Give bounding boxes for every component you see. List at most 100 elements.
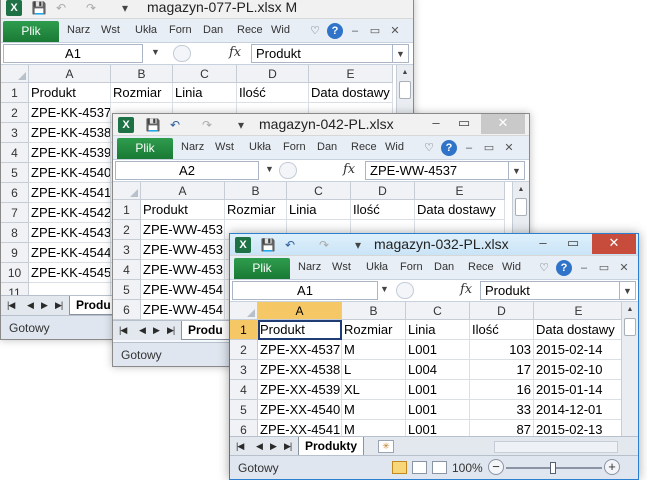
column-header[interactable]: C — [287, 182, 351, 200]
cell-a2[interactable]: ZPE-XX-4537 — [258, 340, 342, 360]
cell-e1[interactable]: Data dostawy — [415, 200, 505, 220]
cell-a6[interactable]: ZPE-KK-4541 — [29, 183, 111, 203]
cell-b1[interactable]: Rozmiar — [225, 200, 287, 220]
doc-close-icon[interactable]: ✕ — [616, 260, 632, 276]
cell-a6[interactable]: ZPE-XX-4541 — [258, 420, 342, 436]
tab-recenzja[interactable]: Rece — [468, 261, 494, 273]
doc-restore-icon[interactable]: ▭ — [481, 140, 497, 156]
row-header[interactable]: 3 — [230, 360, 258, 380]
last-sheet-icon[interactable]: ▶| — [55, 300, 63, 311]
column-header[interactable]: E — [309, 65, 393, 83]
first-sheet-icon[interactable]: |◀ — [7, 300, 15, 311]
cell-c6[interactable]: L001 — [406, 420, 470, 436]
row-header[interactable]: 5 — [1, 163, 29, 183]
last-sheet-icon[interactable]: ▶| — [284, 441, 292, 452]
cell-b4[interactable]: XL — [342, 380, 406, 400]
cell-d1[interactable]: Ilość — [351, 200, 415, 220]
cell-e1[interactable]: Data dostawy — [534, 320, 624, 340]
column-header[interactable]: E — [415, 182, 505, 200]
zoom-out-icon[interactable]: − — [488, 459, 504, 475]
tab-recenzja[interactable]: Rece — [237, 24, 263, 36]
cell-a1[interactable]: Produkt — [141, 200, 225, 220]
page-layout-view-icon[interactable] — [412, 461, 427, 474]
qat-customize-icon[interactable]: ▾ — [117, 0, 133, 16]
prev-sheet-icon[interactable]: ◀ — [139, 325, 146, 336]
formula-bar-grip[interactable] — [396, 282, 414, 299]
worksheet-grid[interactable]: A B C D E 1 Produkt Rozmiar Linia Ilość Data dosta… — [230, 302, 638, 436]
last-sheet-icon[interactable]: ▶| — [167, 325, 175, 336]
column-header[interactable]: A — [141, 182, 225, 200]
help-icon[interactable]: ? — [327, 23, 343, 39]
row-header[interactable]: 1 — [113, 200, 141, 220]
page-break-view-icon[interactable] — [432, 461, 447, 474]
cell-a3[interactable]: ZPE-WW-453 — [141, 240, 225, 260]
doc-minimize-icon[interactable]: – — [576, 260, 592, 276]
ribbon-minimize-icon[interactable]: ♡ — [307, 23, 323, 39]
cell-a10[interactable]: ZPE-KK-4545 — [29, 263, 111, 283]
doc-restore-icon[interactable]: ▭ — [367, 23, 383, 39]
row-header[interactable]: 8 — [1, 223, 29, 243]
scroll-thumb[interactable] — [624, 318, 636, 336]
name-box-dropdown-icon[interactable]: ▼ — [151, 47, 160, 57]
normal-view-icon[interactable] — [392, 461, 407, 474]
formula-bar-grip[interactable] — [279, 162, 297, 179]
tab-formuly[interactable]: Forn — [400, 261, 426, 273]
scroll-thumb[interactable] — [399, 81, 411, 99]
cell-d5[interactable]: 33 — [470, 400, 534, 420]
help-icon[interactable]: ? — [441, 140, 457, 156]
column-header[interactable]: D — [351, 182, 415, 200]
vertical-scrollbar[interactable]: ▲ — [621, 302, 638, 436]
formula-input[interactable]: ZPE-WW-4537 — [365, 161, 509, 180]
formula-bar-grip[interactable] — [173, 45, 191, 62]
insert-function-icon[interactable]: fx — [460, 282, 472, 297]
cell-c1[interactable]: Linia — [173, 83, 237, 103]
tab-uklad-strony[interactable]: Ukła — [366, 261, 392, 273]
cell-c4[interactable]: L001 — [406, 380, 470, 400]
cell-c1[interactable]: Linia — [406, 320, 470, 340]
name-box-dropdown-icon[interactable]: ▼ — [380, 284, 389, 294]
scroll-up-icon[interactable]: ▲ — [397, 67, 413, 79]
row-header[interactable]: 2 — [1, 103, 29, 123]
formula-expand-icon[interactable]: ▼ — [620, 281, 636, 300]
close-button[interactable]: ✕ — [592, 234, 636, 254]
insert-sheet-icon[interactable]: ✳ — [378, 440, 394, 453]
cell-a4[interactable]: ZPE-KK-4539 — [29, 143, 111, 163]
cell-b5[interactable]: M — [342, 400, 406, 420]
tab-dane[interactable]: Dan — [317, 141, 341, 153]
cell-d6[interactable]: 87 — [470, 420, 534, 436]
name-box[interactable]: A2 — [115, 161, 259, 180]
cell-a8[interactable]: ZPE-KK-4543 — [29, 223, 111, 243]
row-header[interactable]: 3 — [113, 240, 141, 260]
cell-d2[interactable]: 103 — [470, 340, 534, 360]
sheet-tab-produkty[interactable]: Produ — [69, 296, 118, 315]
tab-wstawianie[interactable]: Wst — [332, 261, 356, 273]
zoom-slider-thumb[interactable] — [550, 462, 556, 474]
undo-icon[interactable]: ↶ — [282, 237, 298, 253]
cell-b3[interactable]: L — [342, 360, 406, 380]
tab-wstawianie[interactable]: Wst — [101, 24, 125, 36]
sheet-tab-produkty[interactable]: Produkty — [298, 437, 365, 456]
row-header[interactable]: 1 — [230, 320, 258, 340]
column-header[interactable]: B — [111, 65, 173, 83]
cell-a9[interactable]: ZPE-KK-4544 — [29, 243, 111, 263]
column-header[interactable]: C — [173, 65, 237, 83]
row-header[interactable]: 10 — [1, 263, 29, 283]
cell-c1[interactable]: Linia — [287, 200, 351, 220]
undo-icon[interactable]: ↶ — [53, 0, 69, 16]
tab-narzedzia-glowne[interactable]: Narz — [67, 24, 93, 36]
tab-dane[interactable]: Dan — [203, 24, 227, 36]
qat-customize-icon[interactable]: ▾ — [350, 237, 366, 253]
tab-widok[interactable]: Wid — [271, 24, 295, 36]
cell-b1[interactable]: Rozmiar — [342, 320, 406, 340]
column-header[interactable]: E — [534, 302, 624, 320]
next-sheet-icon[interactable]: ▶ — [41, 300, 48, 311]
horizontal-scrollbar[interactable] — [494, 441, 618, 453]
row-header[interactable]: 4 — [230, 380, 258, 400]
scroll-thumb[interactable] — [515, 198, 527, 216]
cell-a4[interactable]: ZPE-WW-453 — [141, 260, 225, 280]
tab-recenzja[interactable]: Rece — [351, 141, 377, 153]
cell-a5[interactable]: ZPE-WW-454 — [141, 280, 225, 300]
scroll-up-icon[interactable]: ▲ — [513, 184, 529, 196]
tab-widok[interactable]: Wid — [502, 261, 526, 273]
doc-minimize-icon[interactable]: – — [347, 23, 363, 39]
